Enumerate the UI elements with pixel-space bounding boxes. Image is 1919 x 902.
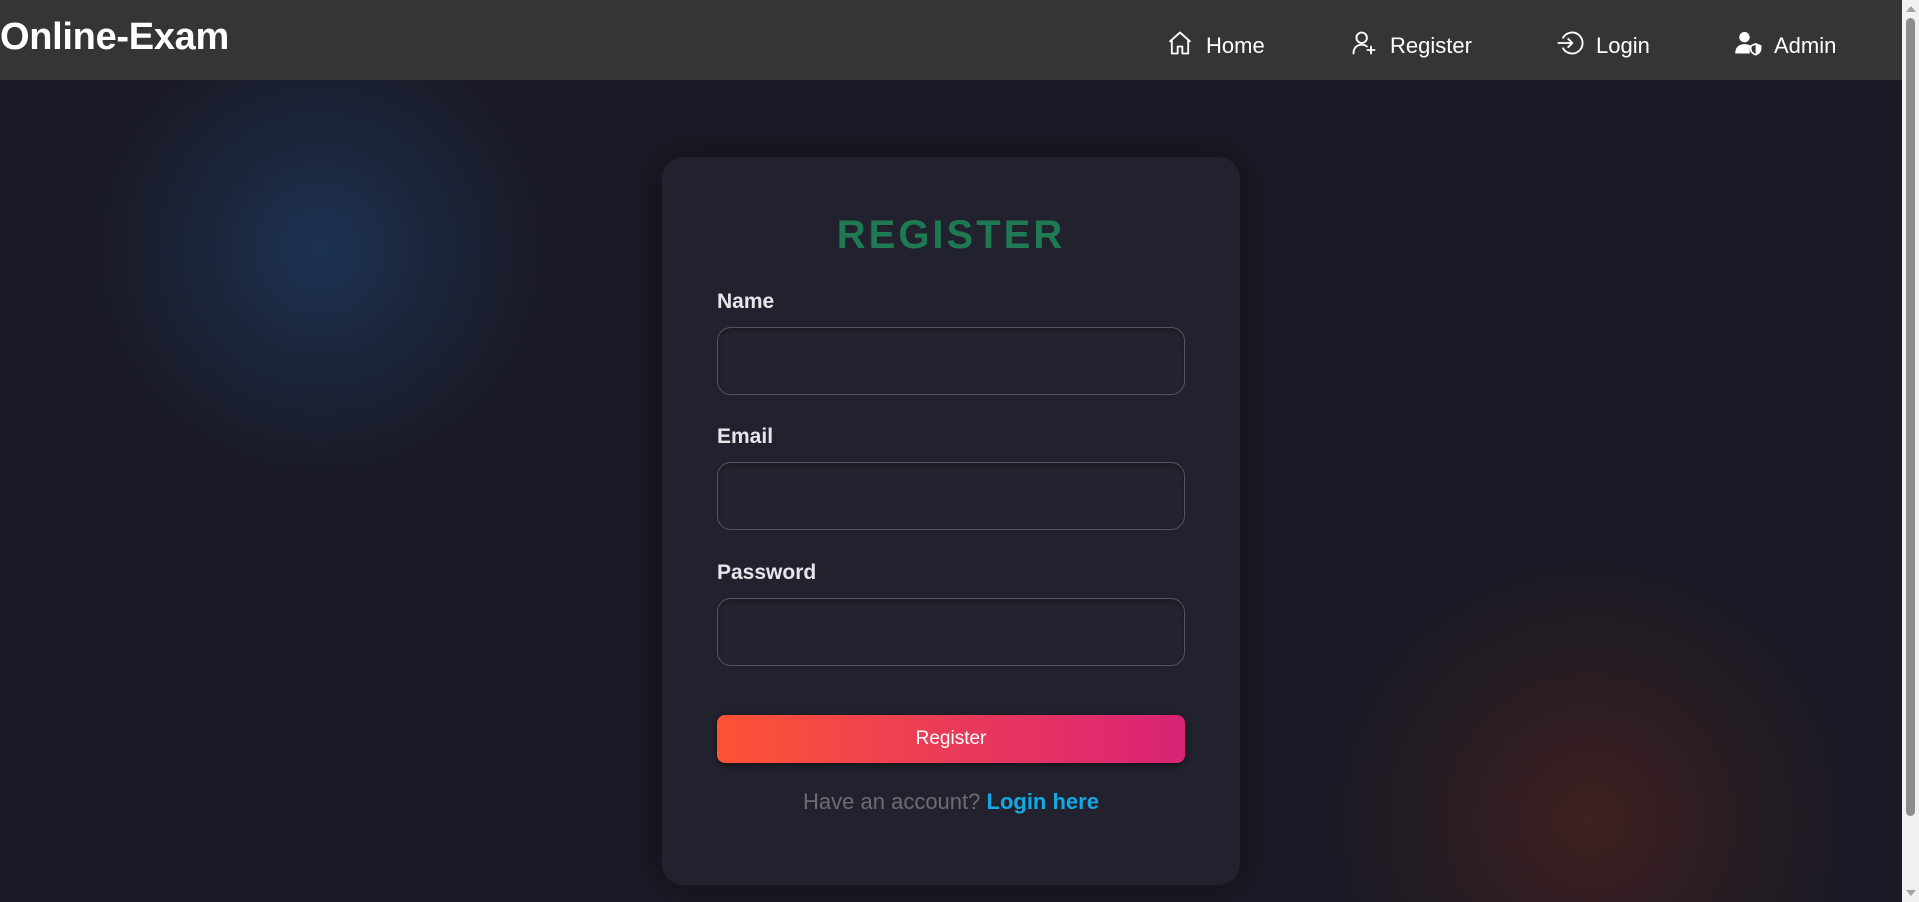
- login-prompt-text: Have an account?: [803, 789, 987, 814]
- vertical-scrollbar[interactable]: [1902, 0, 1919, 902]
- nav-label: Home: [1206, 33, 1265, 58]
- email-input[interactable]: [717, 462, 1185, 530]
- login-icon: [1556, 29, 1584, 63]
- password-input[interactable]: [717, 598, 1185, 666]
- nav-label: Admin: [1774, 33, 1837, 58]
- scroll-up-arrow-icon[interactable]: [1906, 6, 1916, 12]
- scroll-thumb[interactable]: [1906, 18, 1915, 816]
- register-card: REGISTER Name Email Password Register Ha…: [662, 157, 1240, 885]
- register-button[interactable]: Register: [717, 715, 1185, 763]
- password-label: Password: [717, 561, 817, 584]
- nav-label: Login: [1596, 33, 1650, 58]
- name-input[interactable]: [717, 327, 1185, 395]
- nav-item-home[interactable]: Home: [1166, 30, 1265, 62]
- name-label: Name: [717, 290, 775, 313]
- nav-item-login[interactable]: Login: [1556, 30, 1650, 62]
- login-prompt-line: Have an account? Login here: [662, 789, 1240, 815]
- user-add-icon: [1350, 29, 1378, 63]
- nav-label: Register: [1390, 33, 1472, 58]
- login-here-link[interactable]: Login here: [987, 789, 1099, 814]
- brand-logo[interactable]: Online-Exam: [0, 16, 229, 59]
- navbar: Online-Exam Home Register Login Admin: [0, 0, 1902, 80]
- form-title: REGISTER: [836, 213, 1066, 257]
- home-icon: [1166, 29, 1194, 63]
- scroll-down-arrow-icon[interactable]: [1906, 890, 1916, 896]
- user-shield-icon: [1734, 29, 1762, 63]
- nav-item-admin[interactable]: Admin: [1734, 30, 1836, 62]
- nav-item-register[interactable]: Register: [1350, 30, 1472, 62]
- email-label: Email: [717, 425, 774, 448]
